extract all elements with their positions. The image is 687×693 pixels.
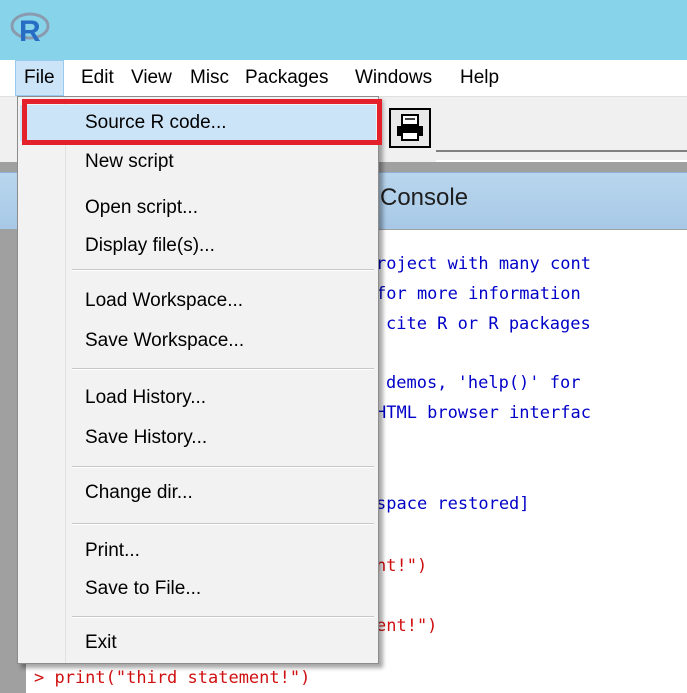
menu-bar: File Edit View Misc Packages Windows Hel…: [0, 60, 687, 97]
menu-item-new-script[interactable]: New script: [20, 144, 376, 180]
r-logo-icon: R: [10, 12, 50, 46]
menu-item-display-files[interactable]: Display file(s)...: [20, 228, 376, 264]
menu-item-load-workspace[interactable]: Load Workspace...: [20, 283, 376, 319]
menu-item-save-to-file[interactable]: Save to File...: [20, 571, 376, 607]
menu-item-load-history[interactable]: Load History...: [20, 380, 376, 416]
highlight-annotation: [22, 99, 382, 145]
menu-separator: [72, 466, 374, 468]
console-line: for more information: [376, 284, 581, 304]
menu-separator: [72, 368, 374, 370]
printer-icon: [397, 114, 423, 141]
console-prompt-line: > print("third statement!"): [34, 668, 311, 688]
console-line: space restored]: [376, 494, 530, 514]
console-line: demos, 'help()' for: [386, 373, 581, 393]
menu-view[interactable]: View: [123, 60, 180, 96]
menu-item-exit[interactable]: Exit: [20, 625, 376, 661]
menu-windows[interactable]: Windows: [347, 60, 440, 96]
menu-file[interactable]: File: [15, 60, 64, 96]
menu-item-change-dir[interactable]: Change dir...: [20, 475, 376, 511]
print-button[interactable]: [389, 108, 431, 148]
console-line: HTML browser interfac: [376, 403, 591, 423]
menu-separator: [72, 616, 374, 618]
console-line: nt!"): [376, 556, 428, 576]
menu-separator: [72, 523, 374, 525]
menu-separator: [72, 269, 374, 271]
menu-item-save-history[interactable]: Save History...: [20, 420, 376, 456]
console-line: roject with many cont: [376, 254, 591, 274]
menu-edit[interactable]: Edit: [73, 60, 122, 96]
menu-misc[interactable]: Misc: [182, 60, 237, 96]
console-line: cite R or R packages: [386, 314, 591, 334]
menu-packages[interactable]: Packages: [237, 60, 336, 96]
console-line: ent!"): [376, 616, 438, 636]
menu-item-print[interactable]: Print...: [20, 533, 376, 569]
file-menu-dropdown: Source R code... New script Open script.…: [17, 96, 379, 664]
title-bar: R: [0, 0, 687, 60]
menu-item-open-script[interactable]: Open script...: [20, 190, 376, 226]
menu-item-save-workspace[interactable]: Save Workspace...: [20, 323, 376, 359]
console-title: Console: [380, 184, 469, 211]
menu-help[interactable]: Help: [452, 60, 507, 96]
toolbar-divider: [436, 150, 687, 162]
svg-text:R: R: [19, 15, 41, 46]
